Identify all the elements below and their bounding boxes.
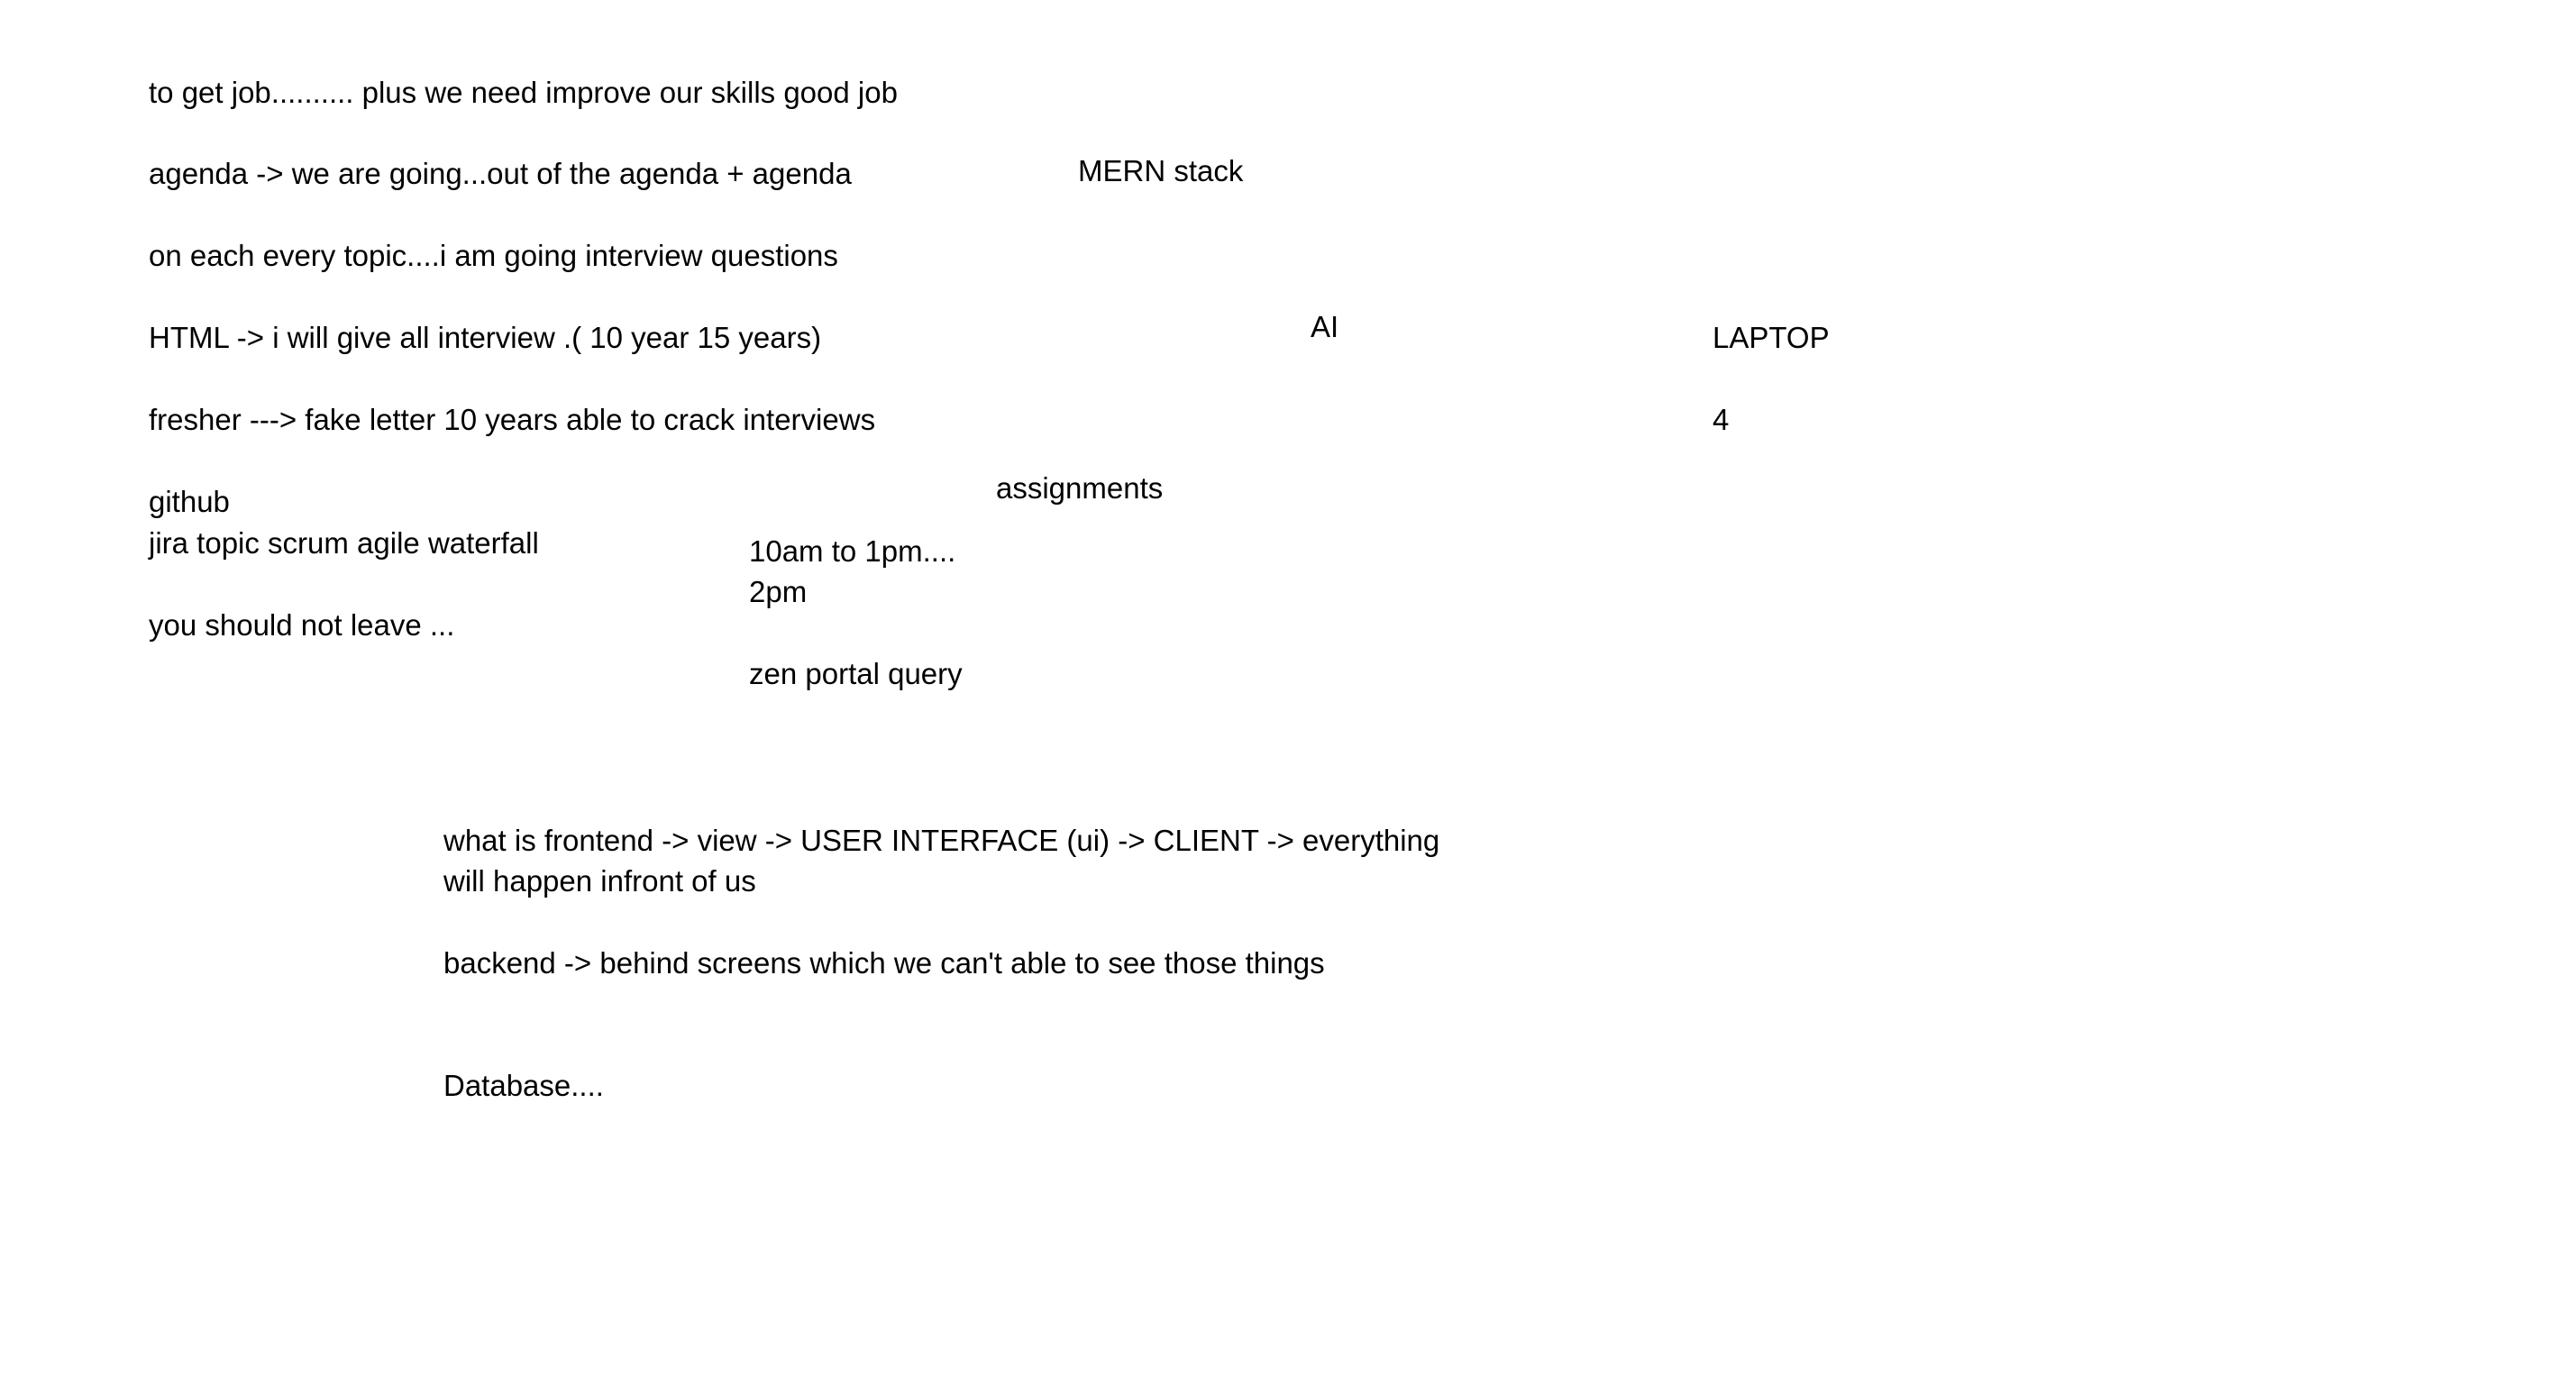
note-database: Database.... (443, 1069, 604, 1102)
note-frontend-definition: what is frontend -> view -> USER INTERFA… (443, 824, 1440, 857)
note-time-morning: 10am to 1pm.... (749, 534, 956, 568)
note-line-fresher: fresher ---> fake letter 10 years able t… (149, 403, 876, 436)
note-backend-definition: backend -> behind screens which we can't… (443, 946, 1325, 980)
note-line-interview-questions: on each every topic....i am going interv… (149, 239, 838, 272)
document-canvas: to get job.......... plus we need improv… (0, 0, 2576, 1377)
note-frontend-continued: will happen infront of us (443, 864, 756, 898)
note-ai: AI (1311, 310, 1339, 343)
note-mern-stack: MERN stack (1078, 154, 1244, 187)
note-line-get-job: to get job.......... plus we need improv… (149, 76, 898, 109)
note-zen-portal: zen portal query (749, 657, 963, 690)
note-assignments: assignments (996, 471, 1164, 505)
note-line-github: github (149, 485, 230, 518)
note-line-jira: jira topic scrum agile waterfall (149, 526, 539, 560)
note-number-four: 4 (1713, 403, 1730, 436)
note-line-should-not-leave: you should not leave ... (149, 608, 455, 642)
note-line-html: HTML -> i will give all interview .( 10 … (149, 321, 822, 354)
note-line-agenda: agenda -> we are going...out of the agen… (149, 157, 852, 190)
note-time-afternoon: 2pm (749, 575, 808, 608)
note-laptop: LAPTOP (1713, 321, 1830, 354)
